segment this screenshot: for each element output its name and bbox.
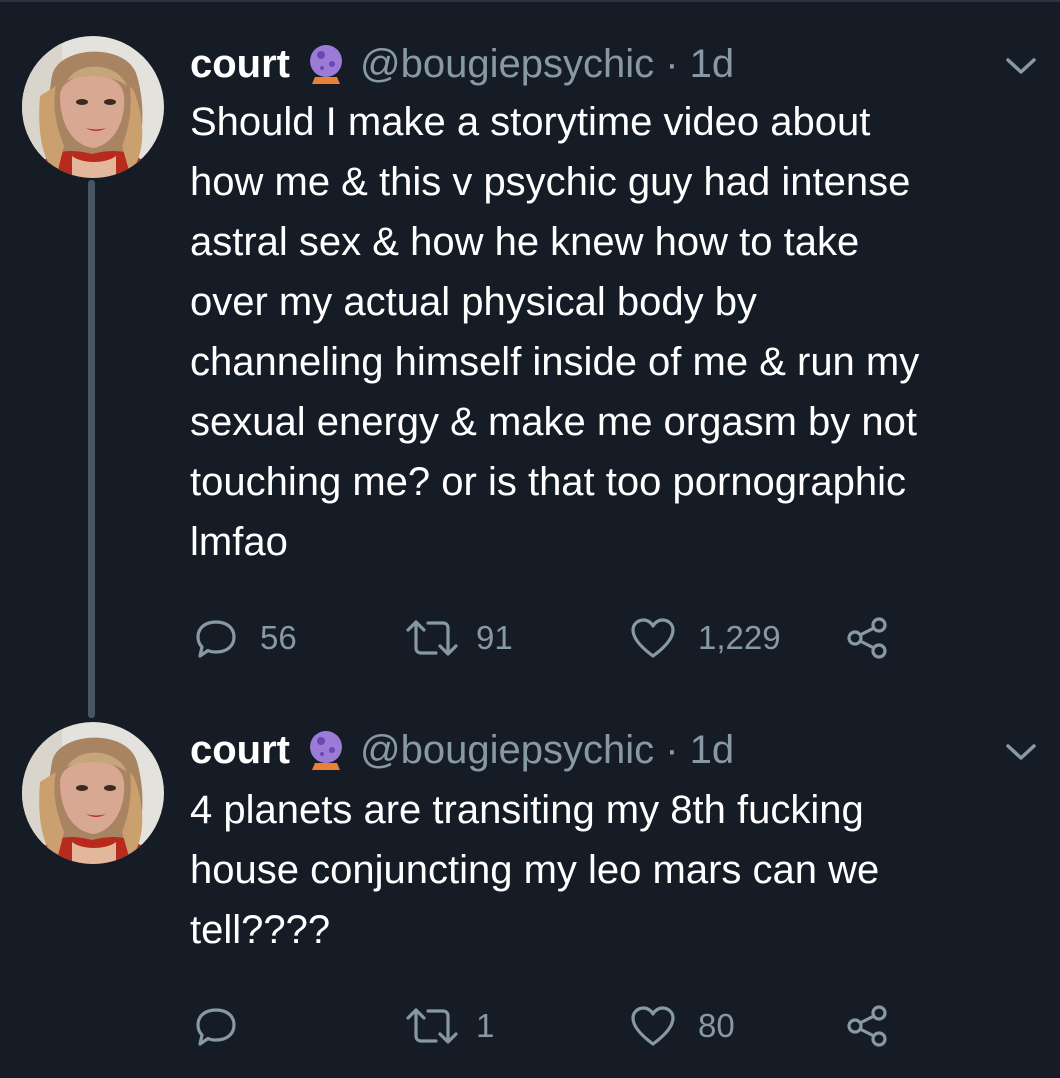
- share-button[interactable]: [846, 616, 888, 660]
- tweet-text: Should I make a storytime video about ho…: [190, 92, 1040, 572]
- tweet-text-line: touching me? or is that too pornographic: [190, 460, 906, 504]
- tweet-actions: 1 80: [190, 1004, 950, 1048]
- handle-and-time[interactable]: @bougiepsychic · 1d: [360, 42, 734, 87]
- retweet-icon: [406, 1008, 458, 1044]
- tweet-text-line: Should I make a storytime video about: [190, 100, 871, 144]
- avatar[interactable]: [22, 36, 164, 178]
- heart-icon: [631, 1006, 675, 1046]
- tweet-text-line: sexual energy & make me orgasm by not: [190, 400, 918, 444]
- reply-icon: [196, 1008, 236, 1046]
- chevron-down-icon[interactable]: [1004, 54, 1038, 78]
- avatar[interactable]: [22, 722, 164, 864]
- tweet-text-line: 4 planets are transiting my 8th fucking: [190, 788, 864, 832]
- like-count: 80: [698, 1007, 735, 1044]
- thread-connector-line: [88, 180, 95, 718]
- top-divider: [0, 0, 1060, 2]
- heart-icon: [631, 618, 675, 658]
- retweet-icon: [406, 620, 458, 656]
- tweet-text: 4 planets are transiting my 8th fucking …: [190, 780, 1040, 960]
- tweet-text-line: astral sex & how he knew how to take: [190, 220, 860, 264]
- tweet-text-line: how me & this v psychic guy had intense: [190, 160, 911, 204]
- tweet-header: court @bougiepsychic · 1d: [190, 40, 734, 88]
- chevron-down-icon[interactable]: [1004, 740, 1038, 764]
- crystal-ball-icon: [304, 728, 348, 772]
- like-button[interactable]: 80: [630, 1004, 735, 1048]
- share-icon: [847, 1005, 887, 1047]
- like-button[interactable]: 1,229: [630, 616, 781, 660]
- tweet-text-line: over my actual physical body by: [190, 280, 757, 324]
- tweet-text-line: lmfao: [190, 520, 288, 564]
- tweet-text-line: channeling himself inside of me & run my: [190, 340, 920, 384]
- share-button[interactable]: [846, 1004, 888, 1048]
- reply-button[interactable]: [194, 1004, 260, 1048]
- retweet-count: 1: [476, 1007, 495, 1044]
- retweet-count: 91: [476, 619, 513, 656]
- like-count: 1,229: [698, 619, 781, 656]
- tweet-text-line: house conjuncting my leo mars can we: [190, 848, 880, 892]
- tweet-actions: 56 91 1,229: [190, 616, 950, 660]
- tweet-text-line: tell????: [190, 908, 331, 952]
- retweet-button[interactable]: 1: [404, 1004, 494, 1048]
- reply-button[interactable]: 56: [194, 616, 297, 660]
- crystal-ball-icon: [304, 42, 348, 86]
- reply-icon: [196, 620, 236, 658]
- reply-count: 56: [260, 619, 297, 656]
- display-name[interactable]: court: [190, 728, 290, 773]
- tweet-header: court @bougiepsychic · 1d: [190, 726, 734, 774]
- share-icon: [847, 617, 887, 659]
- retweet-button[interactable]: 91: [404, 616, 513, 660]
- handle-and-time[interactable]: @bougiepsychic · 1d: [360, 728, 734, 773]
- display-name[interactable]: court: [190, 42, 290, 87]
